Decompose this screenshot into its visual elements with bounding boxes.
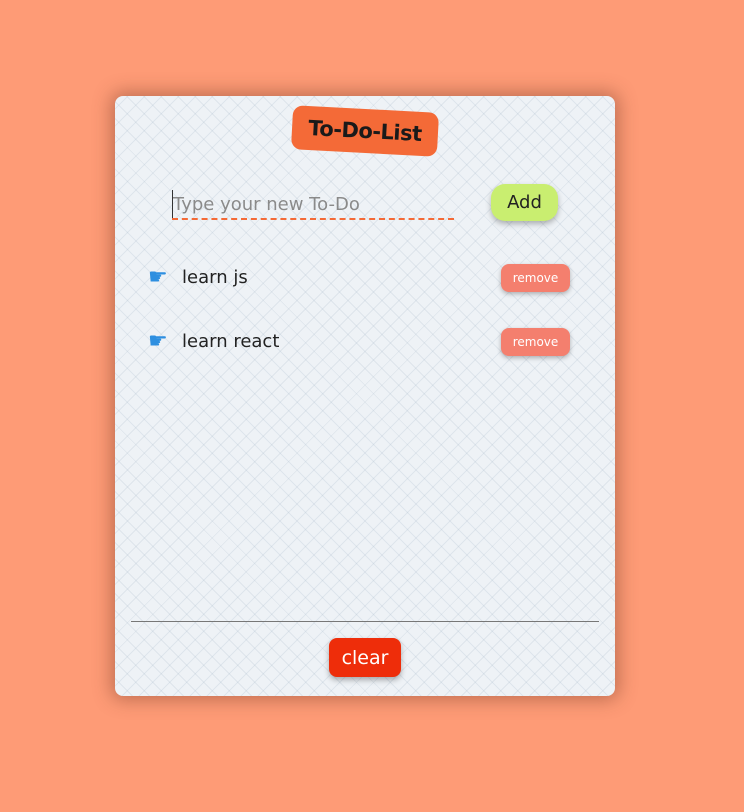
add-button[interactable]: Add xyxy=(491,184,558,221)
app-title: To-Do-List xyxy=(290,105,440,157)
pointing-hand-icon: ☛ xyxy=(148,265,168,290)
todo-text: learn js xyxy=(182,267,248,288)
divider xyxy=(131,621,599,622)
todo-card: To-Do-List Add ☛ learn js remove ☛ learn… xyxy=(115,96,615,696)
todo-item: ☛ learn js remove xyxy=(148,264,572,294)
todo-item: ☛ learn react remove xyxy=(148,328,572,358)
remove-button[interactable]: remove xyxy=(501,264,570,292)
todo-text: learn react xyxy=(182,331,280,352)
clear-button[interactable]: clear xyxy=(329,638,401,677)
remove-button[interactable]: remove xyxy=(501,328,570,356)
new-todo-field xyxy=(172,190,455,220)
new-todo-input[interactable] xyxy=(172,190,455,218)
pointing-hand-icon: ☛ xyxy=(148,329,168,354)
